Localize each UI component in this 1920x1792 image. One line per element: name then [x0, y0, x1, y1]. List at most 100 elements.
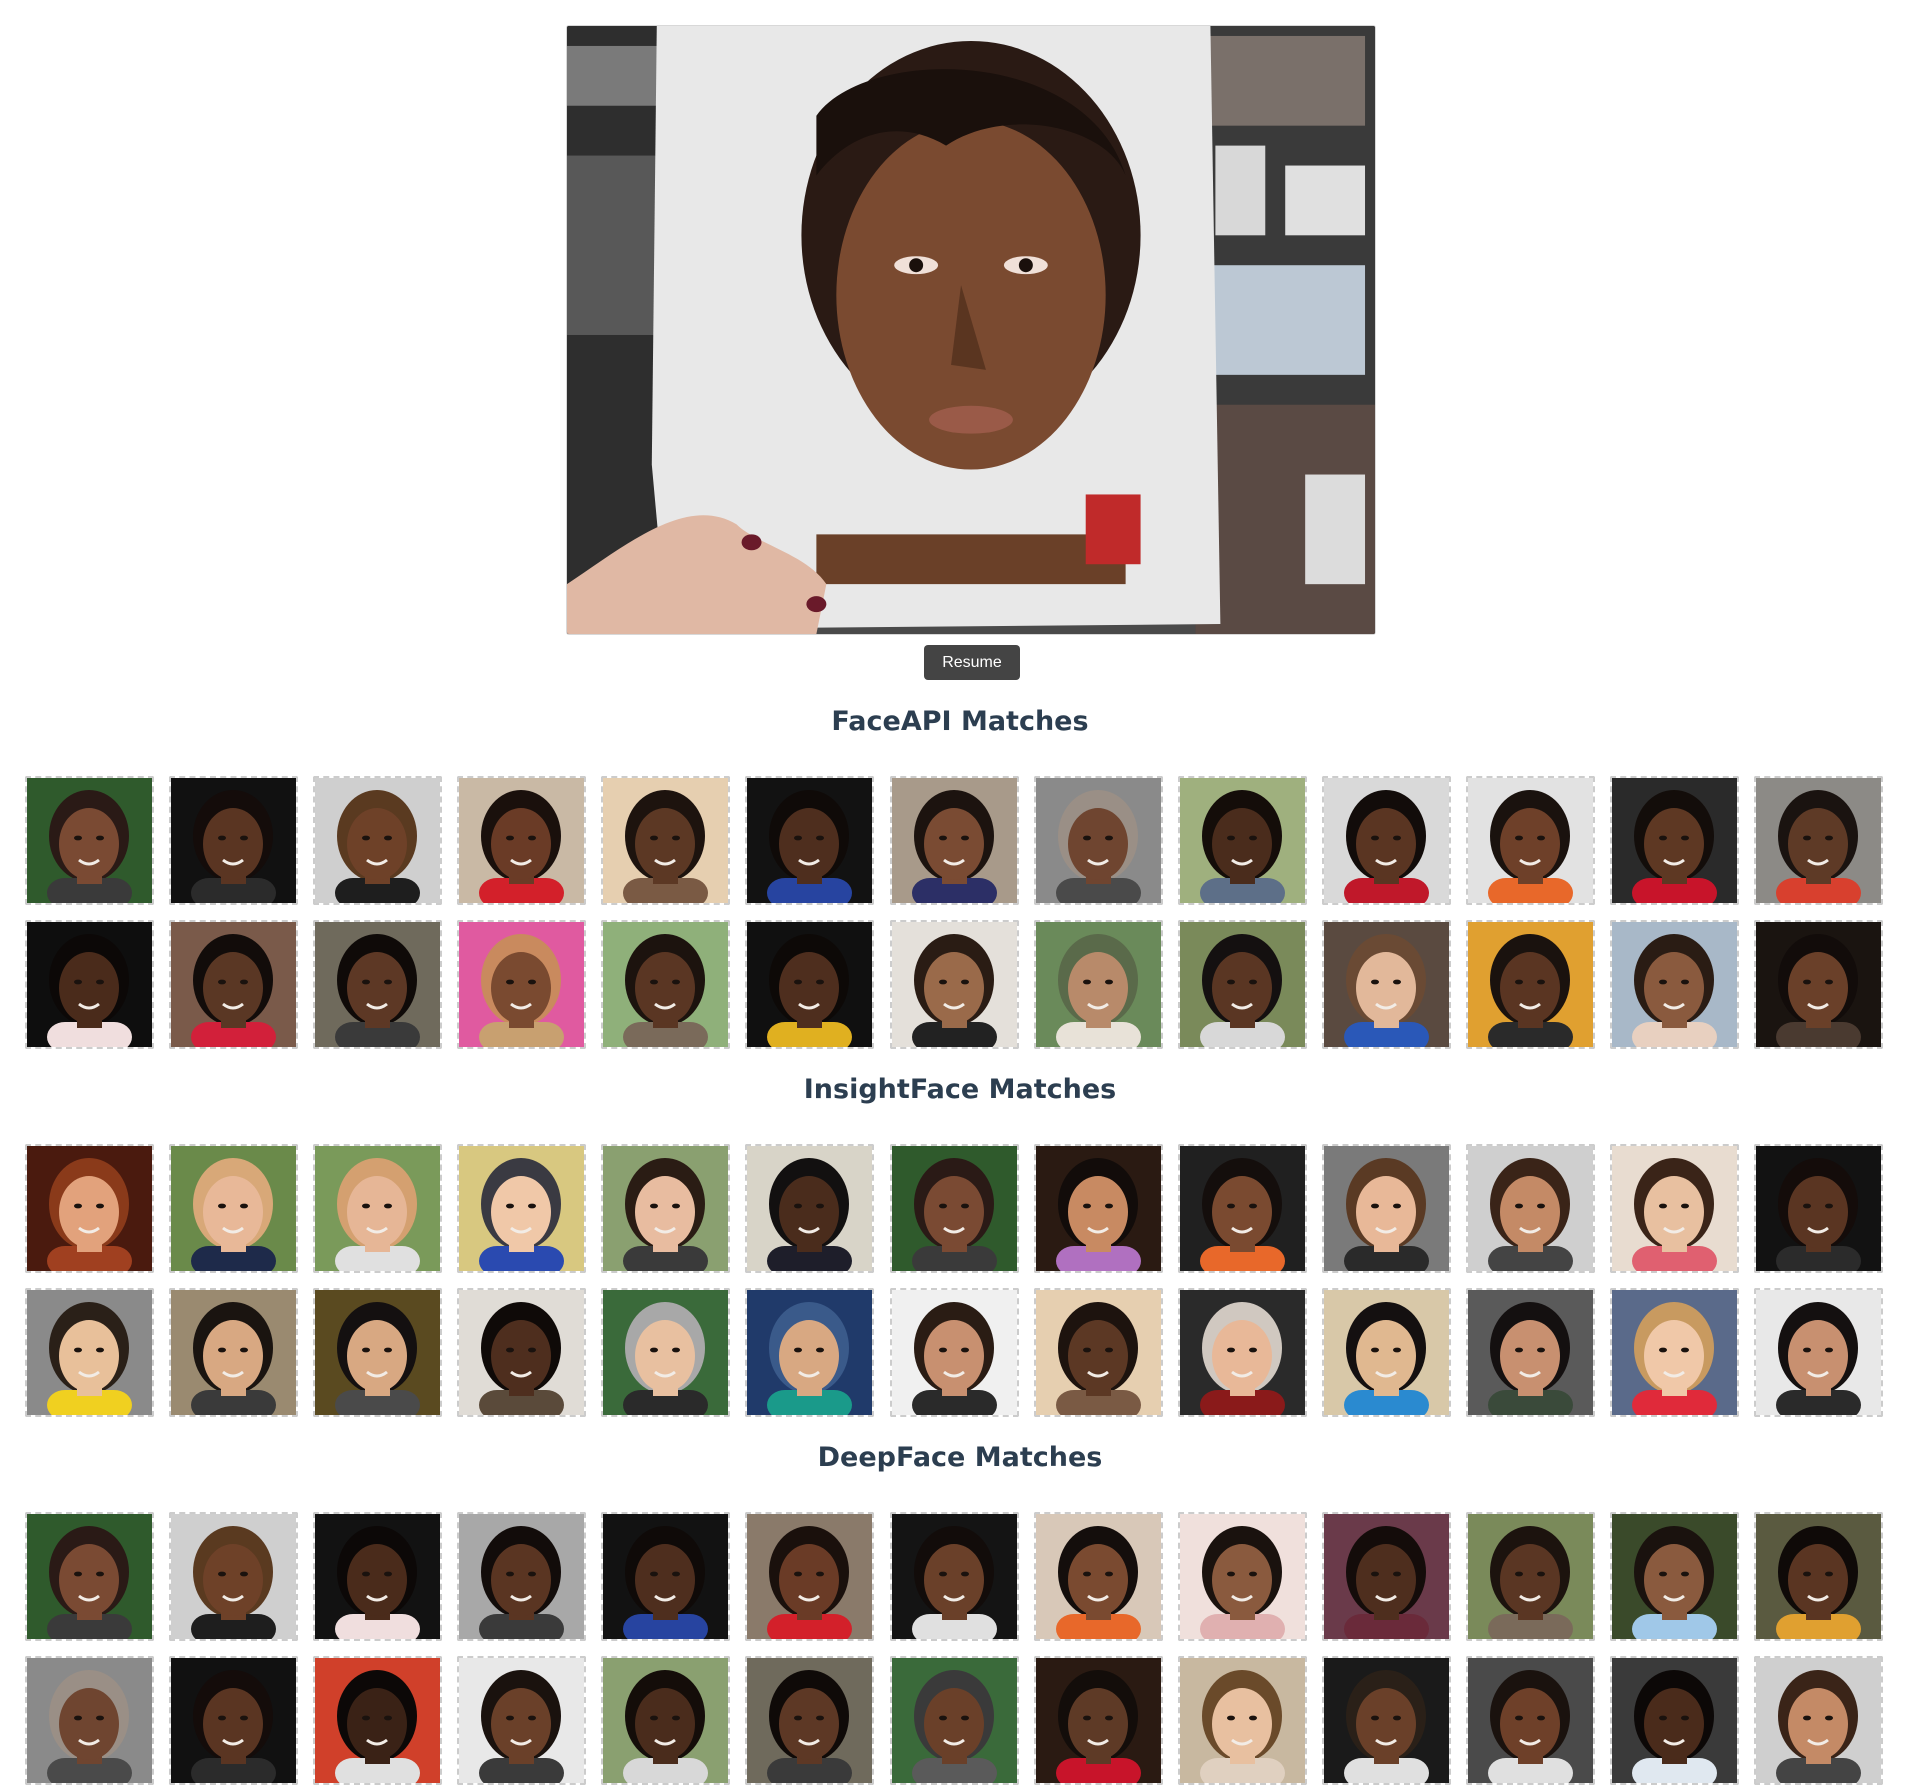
- face-image: [459, 1514, 585, 1639]
- match-thumbnail[interactable]: [889, 920, 1019, 1049]
- match-thumbnail[interactable]: [1610, 1288, 1740, 1417]
- face-image: [1467, 778, 1593, 903]
- match-thumbnail[interactable]: [1177, 1656, 1307, 1785]
- face-image: [1612, 1514, 1738, 1639]
- match-thumbnail[interactable]: [1321, 776, 1451, 905]
- match-thumbnail[interactable]: [1033, 1288, 1163, 1417]
- match-thumbnail[interactable]: [889, 1288, 1019, 1417]
- match-thumbnail[interactable]: [889, 1512, 1019, 1641]
- match-thumbnail[interactable]: [1177, 1288, 1307, 1417]
- match-thumbnail[interactable]: [1177, 776, 1307, 905]
- match-thumbnail[interactable]: [745, 1288, 875, 1417]
- match-thumbnail[interactable]: [169, 1512, 299, 1641]
- face-image: [171, 1290, 297, 1415]
- face-image: [891, 922, 1017, 1047]
- match-thumbnail[interactable]: [25, 1512, 154, 1641]
- match-thumbnail[interactable]: [745, 1512, 875, 1641]
- face-image: [1323, 1146, 1449, 1271]
- match-thumbnail[interactable]: [1033, 776, 1163, 905]
- match-thumbnail[interactable]: [1610, 1512, 1740, 1641]
- match-thumbnail[interactable]: [1754, 776, 1884, 905]
- match-thumbnail[interactable]: [1033, 920, 1163, 1049]
- match-thumbnail[interactable]: [313, 1288, 443, 1417]
- match-thumbnail[interactable]: [1754, 1288, 1884, 1417]
- match-thumbnail[interactable]: [1465, 1288, 1595, 1417]
- face-image: [1035, 1146, 1161, 1271]
- match-thumbnail[interactable]: [745, 1656, 875, 1785]
- face-image: [1323, 1290, 1449, 1415]
- face-image: [1756, 1658, 1882, 1783]
- match-thumbnail[interactable]: [1465, 1656, 1595, 1785]
- match-thumbnail[interactable]: [1033, 1144, 1163, 1273]
- match-thumbnail[interactable]: [1321, 1288, 1451, 1417]
- match-thumbnail[interactable]: [745, 776, 875, 905]
- section-title-deepface: DeepFace Matches: [817, 1442, 1103, 1473]
- match-thumbnail[interactable]: [25, 1288, 154, 1417]
- match-thumbnail[interactable]: [313, 1512, 443, 1641]
- match-thumbnail[interactable]: [1610, 920, 1740, 1049]
- face-image: [459, 922, 585, 1047]
- match-thumbnail[interactable]: [1610, 1656, 1740, 1785]
- match-thumbnail[interactable]: [1321, 1656, 1451, 1785]
- match-thumbnail[interactable]: [1465, 920, 1595, 1049]
- match-thumbnail[interactable]: [889, 776, 1019, 905]
- match-thumbnail[interactable]: [1321, 920, 1451, 1049]
- match-thumbnail[interactable]: [25, 776, 154, 905]
- match-thumbnail[interactable]: [457, 1144, 587, 1273]
- match-thumbnail[interactable]: [169, 1144, 299, 1273]
- match-thumbnail[interactable]: [457, 1656, 587, 1785]
- face-image: [1612, 1290, 1738, 1415]
- match-thumbnail[interactable]: [1321, 1144, 1451, 1273]
- match-thumbnail[interactable]: [169, 920, 299, 1049]
- match-thumbnail[interactable]: [313, 1144, 443, 1273]
- match-thumbnail[interactable]: [1754, 1656, 1884, 1785]
- match-thumbnail[interactable]: [1321, 1512, 1451, 1641]
- match-thumbnail[interactable]: [601, 1144, 731, 1273]
- match-thumbnail[interactable]: [601, 776, 731, 905]
- match-thumbnail[interactable]: [1177, 920, 1307, 1049]
- face-image: [891, 1514, 1017, 1639]
- face-image: [1467, 1658, 1593, 1783]
- face-image: [1323, 778, 1449, 903]
- match-thumbnail[interactable]: [25, 1144, 154, 1273]
- camera-snapshot: [566, 25, 1376, 635]
- match-thumbnail[interactable]: [457, 776, 587, 905]
- resume-button[interactable]: Resume: [924, 645, 1020, 680]
- match-thumbnail[interactable]: [457, 1512, 587, 1641]
- match-thumbnail[interactable]: [25, 920, 154, 1049]
- match-thumbnail[interactable]: [1754, 1144, 1884, 1273]
- match-thumbnail[interactable]: [313, 776, 443, 905]
- match-thumbnail[interactable]: [1754, 1512, 1884, 1641]
- match-thumbnail[interactable]: [1754, 920, 1884, 1049]
- match-thumbnail[interactable]: [1465, 1512, 1595, 1641]
- match-thumbnail[interactable]: [169, 776, 299, 905]
- match-thumbnail[interactable]: [313, 1656, 443, 1785]
- match-thumbnail[interactable]: [601, 1512, 731, 1641]
- match-thumbnail[interactable]: [169, 1656, 299, 1785]
- match-thumbnail[interactable]: [1465, 776, 1595, 905]
- match-thumbnail[interactable]: [1177, 1512, 1307, 1641]
- match-thumbnail[interactable]: [1610, 1144, 1740, 1273]
- match-thumbnail[interactable]: [889, 1656, 1019, 1785]
- match-thumbnail[interactable]: [1610, 776, 1740, 905]
- face-image: [891, 1290, 1017, 1415]
- face-image: [1179, 1658, 1305, 1783]
- match-thumbnail[interactable]: [25, 1656, 154, 1785]
- match-thumbnail[interactable]: [1033, 1512, 1163, 1641]
- match-thumbnail[interactable]: [1033, 1656, 1163, 1785]
- match-thumbnail[interactable]: [889, 1144, 1019, 1273]
- match-thumbnail[interactable]: [745, 1144, 875, 1273]
- face-image: [315, 778, 441, 903]
- match-thumbnail[interactable]: [457, 920, 587, 1049]
- match-thumbnail[interactable]: [745, 920, 875, 1049]
- match-thumbnail[interactable]: [601, 920, 731, 1049]
- match-thumbnail[interactable]: [1465, 1144, 1595, 1273]
- match-thumbnail[interactable]: [313, 920, 443, 1049]
- match-thumbnail[interactable]: [1177, 1144, 1307, 1273]
- face-image: [603, 922, 729, 1047]
- match-thumbnail[interactable]: [601, 1288, 731, 1417]
- face-image: [1612, 1146, 1738, 1271]
- match-thumbnail[interactable]: [601, 1656, 731, 1785]
- match-thumbnail[interactable]: [457, 1288, 587, 1417]
- match-thumbnail[interactable]: [169, 1288, 299, 1417]
